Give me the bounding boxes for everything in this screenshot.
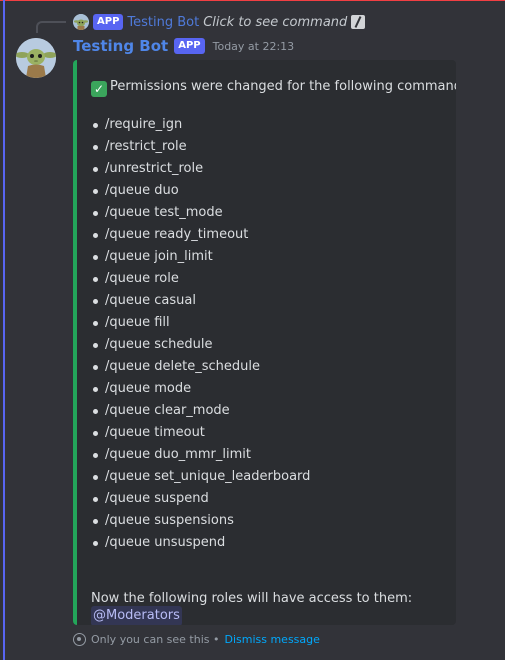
top-divider [0, 0, 505, 1]
command-list-item: /queue unsuspend [91, 532, 310, 554]
reply-avatar[interactable] [73, 14, 89, 30]
permissions-embed: ✓ Permissions were changed for the follow… [73, 60, 456, 625]
command-list-item: /queue mode [91, 378, 310, 400]
command-list-item: /queue suspensions [91, 510, 310, 532]
command-list-item: /queue suspend [91, 488, 310, 510]
command-list-item: /queue test_mode [91, 202, 310, 224]
embed-accent-bar [73, 60, 77, 625]
ephemeral-notice-text: Only you can see this • [91, 633, 220, 646]
author-name[interactable]: Testing Bot [73, 37, 168, 55]
command-list-item: /queue timeout [91, 422, 310, 444]
message-timestamp[interactable]: Today at 22:13 [213, 40, 295, 53]
command-list-item: /queue casual [91, 290, 310, 312]
reply-reference[interactable]: APP Testing Bot Click to see command [73, 12, 366, 32]
embed-intro-text: Permissions were changed for the followi… [110, 79, 456, 94]
reply-command-hint[interactable]: Click to see command [203, 15, 347, 30]
command-list-item: /queue schedule [91, 334, 310, 356]
message-highlight-bar [3, 0, 5, 660]
command-list-item: /queue duo [91, 180, 310, 202]
author-avatar[interactable] [16, 38, 56, 78]
command-list-item: /queue clear_mode [91, 400, 310, 422]
command-list-item: /queue delete_schedule [91, 356, 310, 378]
command-list-item: /restrict_role [91, 136, 310, 158]
command-list-item: /queue duo_mmr_limit [91, 444, 310, 466]
app-badge: APP [174, 38, 205, 54]
message-header: Testing Bot APP Today at 22:13 [73, 37, 294, 55]
command-list-item: /queue set_unique_leaderboard [91, 466, 310, 488]
command-list-item: /require_ign [91, 114, 310, 136]
embed-description: ✓ Permissions were changed for the follow… [91, 76, 456, 625]
role-mention[interactable]: @Moderators [91, 606, 182, 625]
slash-command-icon[interactable] [351, 15, 366, 29]
command-list-item: /queue ready_timeout [91, 224, 310, 246]
ephemeral-notice: Only you can see this • Dismiss message [73, 633, 320, 646]
command-list-item: /queue fill [91, 312, 310, 334]
white-check-mark-icon: ✓ [91, 81, 107, 97]
command-list: /require_ign/restrict_role/unrestrict_ro… [91, 114, 310, 554]
command-list-item: /queue role [91, 268, 310, 290]
reply-app-tag: APP [93, 14, 124, 30]
embed-intro-line: ✓ Permissions were changed for the follow… [91, 76, 456, 98]
reply-author-name[interactable]: Testing Bot [127, 15, 199, 30]
command-list-item: /queue join_limit [91, 246, 310, 268]
eye-icon [73, 633, 86, 646]
command-list-item: /unrestrict_role [91, 158, 310, 180]
dismiss-message-link[interactable]: Dismiss message [224, 633, 319, 646]
chat-view: APP Testing Bot Click to see command Tes… [0, 0, 505, 660]
reply-spine [36, 21, 66, 33]
